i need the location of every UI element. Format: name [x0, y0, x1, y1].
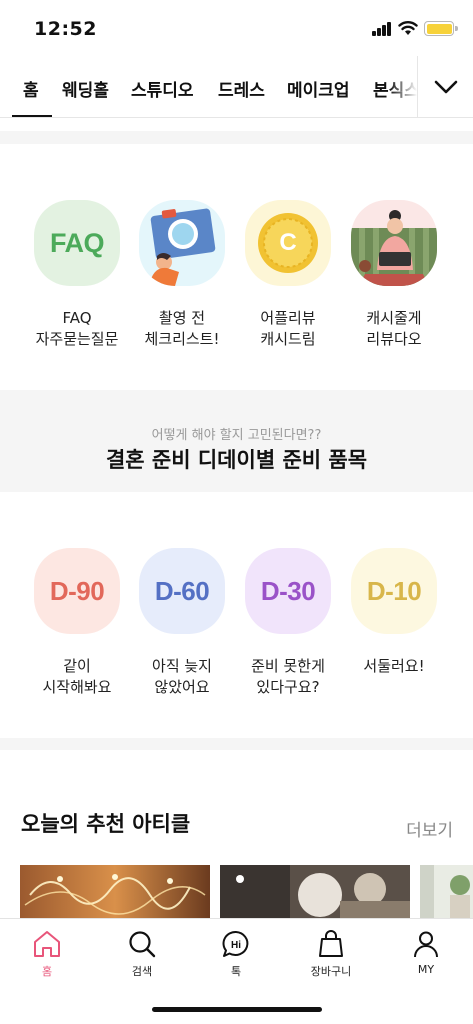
- article-thumbnail[interactable]: [220, 865, 410, 919]
- d10-badge: D-10: [351, 548, 437, 634]
- d90-badge-text: D-90: [49, 575, 105, 606]
- expand-tabs-button[interactable]: [417, 56, 473, 117]
- article-thumbnail[interactable]: [20, 865, 210, 919]
- d30-badge-text: D-30: [260, 575, 316, 606]
- menu-item-faq[interactable]: FAQ FAQ 자주묻는질문: [22, 200, 132, 350]
- battery-icon: [424, 21, 458, 36]
- nav-talk[interactable]: Hi 톡: [196, 929, 276, 979]
- coin-letter: C: [279, 229, 297, 256]
- d90-badge: D-90: [34, 548, 120, 634]
- nav-cart[interactable]: 장바구니: [291, 929, 371, 979]
- articles-title: 오늘의 추천 아티클: [21, 812, 191, 836]
- category-tabs: 홈 웨딩홀 스튜디오 드레스 메이크업 본식스: [0, 56, 473, 118]
- home-indicator: [152, 1007, 322, 1012]
- menu-label: FAQ 자주묻는질문: [35, 309, 119, 348]
- talk-icon: Hi: [222, 930, 249, 957]
- menu-label: 어플리뷰 캐시드림: [260, 309, 316, 348]
- nav-label: 검색: [131, 965, 153, 978]
- nav-label: 장바구니: [310, 965, 352, 978]
- user-icon: [414, 931, 438, 958]
- tab-home[interactable]: 홈: [23, 76, 39, 101]
- tab-fade: [389, 56, 417, 117]
- dday-item-d60[interactable]: D-60 아직 늦지 않았어요: [127, 548, 237, 698]
- more-articles-link[interactable]: 더보기: [406, 816, 453, 841]
- tab-studio[interactable]: 스튜디오: [131, 76, 194, 101]
- home-icon: [34, 931, 60, 957]
- dday-label: 서둘러요!: [363, 657, 425, 675]
- dday-item-d30[interactable]: D-30 준비 못한게 있다구요?: [233, 548, 343, 698]
- menu-item-review[interactable]: 캐시줄게 리뷰다오: [339, 200, 449, 350]
- shopping-bag-icon: [319, 930, 343, 957]
- d60-badge-text: D-60: [154, 575, 210, 606]
- d30-badge: D-30: [245, 548, 331, 634]
- checklist-camera-icon: [139, 200, 225, 286]
- chevron-down-icon: [434, 80, 457, 93]
- dday-label: 아직 늦지 않았어요: [152, 657, 212, 696]
- active-tab-indicator: [12, 115, 52, 117]
- menu-label: 촬영 전 체크리스트!: [144, 309, 220, 348]
- dday-label: 같이 시작해봐요: [42, 657, 112, 696]
- menu-item-checklist[interactable]: 촬영 전 체크리스트!: [127, 200, 237, 350]
- nav-home[interactable]: 홈: [7, 929, 87, 979]
- faq-icon-text: FAQ: [49, 227, 105, 258]
- nav-label: 톡: [230, 965, 242, 978]
- article-thumbnail[interactable]: [420, 865, 473, 919]
- dday-title: 결혼 준비 디데이별 준비 품목: [105, 448, 368, 472]
- dday-item-d10[interactable]: D-10 서둘러요!: [339, 548, 449, 677]
- status-bar: 12:52: [0, 0, 473, 56]
- faq-icon: FAQ: [34, 200, 120, 286]
- tab-makeup[interactable]: 메이크업: [287, 76, 350, 101]
- tab-dress[interactable]: 드레스: [218, 76, 265, 101]
- divider-band: [0, 738, 473, 750]
- svg-text:Hi: Hi: [231, 940, 241, 951]
- dday-item-d90[interactable]: D-90 같이 시작해봐요: [22, 548, 132, 698]
- tab-wedding-hall[interactable]: 웨딩홀: [62, 76, 109, 101]
- review-woman-icon: [351, 200, 437, 286]
- nav-search[interactable]: 검색: [102, 929, 182, 979]
- status-time: 12:52: [34, 18, 97, 40]
- signal-icon: [372, 22, 392, 36]
- nav-my[interactable]: MY: [386, 929, 466, 976]
- cash-coin-icon: C: [245, 200, 331, 286]
- dday-label: 준비 못한게 있다구요?: [251, 657, 325, 696]
- menu-label: 캐시줄게 리뷰다오: [366, 309, 422, 348]
- nav-label: 홈: [41, 965, 53, 978]
- nav-label: MY: [417, 963, 435, 976]
- d10-badge-text: D-10: [366, 575, 422, 606]
- search-icon: [129, 931, 156, 958]
- divider-band: [0, 131, 473, 144]
- menu-item-cash-dream[interactable]: C 어플리뷰 캐시드림: [233, 200, 343, 350]
- wifi-icon: [398, 21, 418, 35]
- d60-badge: D-60: [139, 548, 225, 634]
- dday-subtitle: 어떻게 해야 할지 고민된다면??: [151, 428, 322, 443]
